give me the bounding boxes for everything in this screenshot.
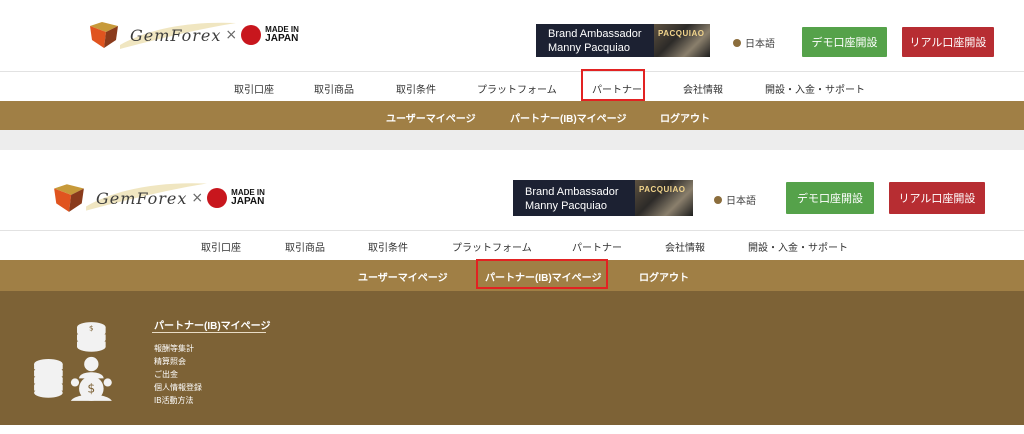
made-in-japan: MADE IN JAPAN: [231, 188, 265, 207]
nav-item-support[interactable]: 開設・入金・サポート: [765, 81, 865, 96]
brand-logo[interactable]: GemForex × MADE IN JAPAN: [52, 183, 265, 212]
dropdown-link-personal-info[interactable]: 個人情報登録: [154, 382, 202, 393]
dropdown-title[interactable]: パートナー(IB)マイページ: [154, 317, 270, 332]
made-in-japan: MADE IN JAPAN: [265, 25, 299, 44]
japan-flag-icon: [207, 188, 228, 208]
nav-item-products[interactable]: 取引商品: [285, 239, 325, 254]
subnav-item-user-mypage[interactable]: ユーザーマイページ: [386, 110, 476, 125]
japan-flag-icon: [241, 25, 262, 45]
nav-item-support[interactable]: 開設・入金・サポート: [748, 239, 848, 254]
nav-item-products[interactable]: 取引商品: [314, 81, 354, 96]
brand-name: GemForex: [130, 25, 222, 45]
money-coins-icon: $ $: [34, 322, 112, 401]
photo-caption: PACQUIAO: [658, 29, 705, 38]
photo-caption: PACQUIAO: [639, 185, 686, 194]
language-selector[interactable]: 日本語: [714, 192, 756, 207]
nav-item-partner[interactable]: パートナー: [572, 239, 622, 254]
gemforex-g-icon: [54, 184, 84, 212]
ambassador-text: Brand Ambassador Manny Pacquiao: [525, 185, 619, 216]
subnav-item-user-mypage[interactable]: ユーザーマイページ: [358, 269, 448, 284]
nav-item-company[interactable]: 会社情報: [665, 239, 705, 254]
subnav-item-ib-mypage[interactable]: パートナー(IB)マイページ: [510, 110, 626, 125]
subnav-item-logout[interactable]: ログアウト: [639, 269, 689, 284]
nav-item-company[interactable]: 会社情報: [683, 81, 723, 96]
nav-item-conditions[interactable]: 取引条件: [396, 81, 436, 96]
language-label: 日本語: [745, 39, 775, 50]
real-account-label: リアル口座開設: [898, 193, 976, 205]
nav-item-platform[interactable]: プラットフォーム: [477, 81, 557, 96]
ambassador-line1: Brand Ambassador: [525, 186, 619, 198]
dropdown-link-reward-summary[interactable]: 報酬等集計: [154, 343, 194, 354]
language-label: 日本語: [726, 196, 756, 207]
nav-item-platform[interactable]: プラットフォーム: [452, 239, 532, 254]
ambassador-line2: Manny Pacquiao: [548, 42, 630, 54]
demo-account-button[interactable]: デモ口座開設: [786, 182, 874, 214]
gemforex-g-icon: [90, 22, 118, 48]
globe-icon: [733, 38, 741, 47]
real-account-button[interactable]: リアル口座開設: [902, 27, 994, 57]
svg-text:$: $: [89, 323, 94, 332]
real-account-label: リアル口座開設: [909, 37, 987, 49]
nav-item-conditions[interactable]: 取引条件: [368, 239, 408, 254]
brand-name: GemForex: [96, 188, 188, 208]
svg-text:$: $: [87, 382, 95, 396]
nav-item-accounts[interactable]: 取引口座: [234, 81, 274, 96]
ambassador-photo: PACQUIAO: [654, 24, 710, 57]
dropdown-title-underline: [152, 332, 266, 333]
ambassador-banner[interactable]: Brand Ambassador Manny Pacquiao PACQUIAO: [536, 24, 710, 57]
section-separator: [0, 130, 1024, 150]
highlight-ib-mypage: [476, 259, 608, 289]
nav-item-accounts[interactable]: 取引口座: [201, 239, 241, 254]
ambassador-line1: Brand Ambassador: [548, 28, 642, 40]
subnav-item-logout[interactable]: ログアウト: [660, 110, 710, 125]
brand-logo[interactable]: GemForex × MADE IN JAPAN: [88, 22, 299, 49]
globe-icon: [714, 195, 722, 204]
language-selector[interactable]: 日本語: [733, 35, 775, 50]
ambassador-banner[interactable]: Brand Ambassador Manny Pacquiao PACQUIAO: [513, 180, 693, 216]
dropdown-link-withdrawal[interactable]: ご出金: [154, 369, 178, 380]
highlight-partner: [581, 69, 645, 101]
ambassador-text: Brand Ambassador Manny Pacquiao: [548, 27, 642, 57]
nav-divider: [0, 230, 1024, 231]
demo-account-button[interactable]: デモ口座開設: [802, 27, 887, 57]
demo-account-label: デモ口座開設: [811, 37, 878, 49]
real-account-button[interactable]: リアル口座開設: [889, 182, 985, 214]
dropdown-link-settlement[interactable]: 精算照会: [154, 356, 186, 367]
ambassador-line2: Manny Pacquiao: [525, 200, 607, 212]
demo-account-label: デモ口座開設: [797, 193, 863, 205]
ambassador-photo: PACQUIAO: [635, 180, 693, 216]
dropdown-link-ib-activity[interactable]: IB活動方法: [154, 395, 194, 406]
nav-divider: [0, 71, 1024, 72]
